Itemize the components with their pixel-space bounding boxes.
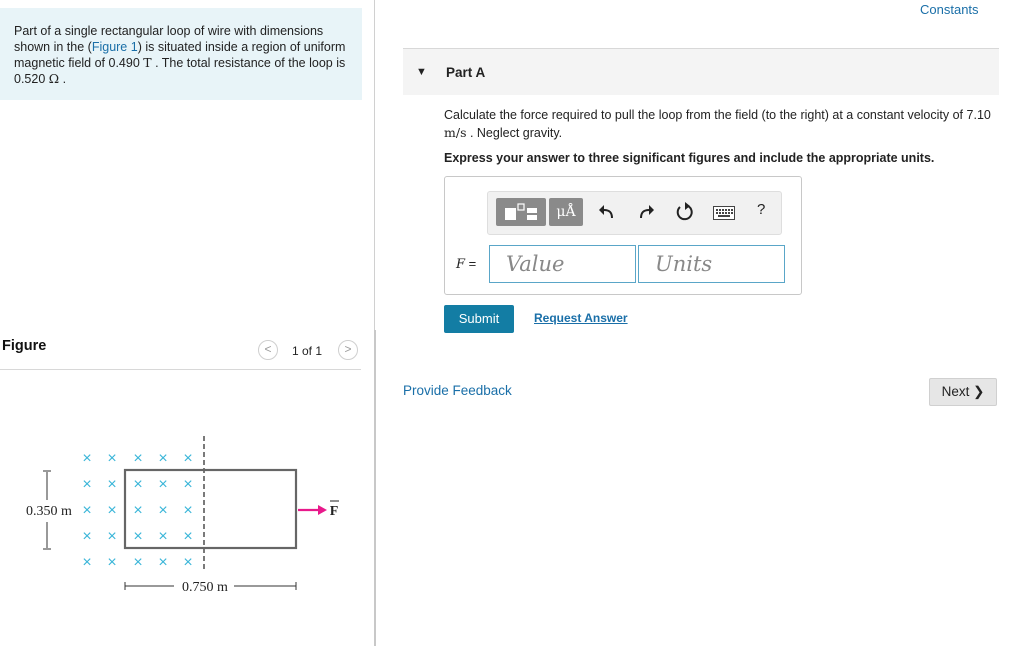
field-cross: × — [82, 476, 91, 493]
height-label: 0.350 m — [26, 504, 72, 519]
pane-divider-lower — [374, 330, 376, 646]
field-cross: × — [107, 502, 116, 519]
variable-symbol: F — [456, 257, 466, 272]
help-icon[interactable]: ? — [757, 201, 765, 218]
next-label: Next — [941, 384, 970, 399]
answer-instruction: Express your answer to three significant… — [444, 151, 935, 165]
field-cross: × — [183, 554, 192, 571]
reset-icon[interactable] — [675, 200, 695, 224]
question-text: Calculate the force required to pull the… — [444, 107, 1004, 142]
part-header[interactable] — [403, 49, 999, 95]
undo-icon[interactable] — [598, 200, 616, 222]
field-cross: × — [158, 450, 167, 467]
field-cross: × — [133, 450, 142, 467]
problem-text-4: . — [59, 72, 67, 86]
velocity-unit: m/s — [444, 125, 467, 140]
field-cross: × — [158, 528, 167, 545]
collapse-caret-icon[interactable]: ▼ — [416, 66, 427, 78]
field-unit: T — [143, 55, 152, 70]
field-cross: × — [183, 476, 192, 493]
constants-link[interactable]: Constants — [920, 2, 979, 17]
submit-button[interactable]: Submit — [444, 305, 514, 333]
field-cross: × — [183, 502, 192, 519]
field-cross: × — [133, 528, 142, 545]
field-cross: × — [107, 554, 116, 571]
magnetic-field-crosses: × × × × × × × × × × × × × × × × × × × × × × × × × — [82, 450, 192, 571]
force-arrow — [298, 505, 327, 515]
value-input[interactable] — [489, 245, 636, 283]
keyboard-icon[interactable] — [713, 206, 735, 220]
figure-prev-button[interactable]: < — [258, 340, 278, 360]
answer-variable-label: F = — [456, 256, 476, 272]
loop-figure: × × × × × × × × × × × × × × × × × × × × × × × × × 0.350 m 0.750 … — [26, 436, 339, 595]
figure-pager-count: 1 of 1 — [292, 344, 323, 358]
field-cross: × — [133, 554, 142, 571]
figure-link[interactable]: Figure 1 — [92, 40, 138, 54]
field-cross: × — [82, 450, 91, 467]
chevron-right-icon: ❯ — [973, 384, 985, 399]
velocity-value: 7.10 — [966, 108, 991, 122]
templates-icon[interactable] — [496, 198, 546, 226]
figure-next-button[interactable]: > — [338, 340, 358, 360]
problem-statement: Part of a single rectangular loop of wir… — [0, 8, 362, 100]
question-body: Calculate the force required to pull the… — [444, 108, 967, 122]
field-cross: × — [133, 476, 142, 493]
provide-feedback-link[interactable]: Provide Feedback — [403, 383, 512, 398]
resistance-unit: Ω — [48, 71, 60, 86]
field-cross: × — [107, 450, 116, 467]
units-input[interactable] — [638, 245, 785, 283]
force-label: F — [330, 504, 339, 519]
field-cross: × — [158, 476, 167, 493]
field-cross: × — [82, 502, 91, 519]
request-answer-link[interactable]: Request Answer — [534, 311, 628, 325]
field-cross: × — [82, 554, 91, 571]
field-cross: × — [158, 554, 167, 571]
field-cross: × — [133, 502, 142, 519]
field-cross: × — [82, 528, 91, 545]
question-tail: . Neglect gravity. — [466, 126, 563, 140]
field-cross: × — [107, 528, 116, 545]
part-title[interactable]: Part A — [446, 65, 485, 80]
figure-title: Figure — [2, 338, 47, 354]
field-cross: × — [158, 502, 167, 519]
equals-sign: = — [468, 256, 477, 271]
units-icon[interactable]: μÅ — [549, 198, 583, 226]
wire-loop — [123, 468, 298, 550]
width-label: 0.750 m — [182, 580, 228, 595]
field-cross: × — [183, 528, 192, 545]
next-button[interactable]: Next ❯ — [929, 378, 997, 406]
figure-divider — [0, 369, 361, 370]
field-cross: × — [107, 476, 116, 493]
redo-icon[interactable] — [637, 200, 655, 222]
field-cross: × — [183, 450, 192, 467]
